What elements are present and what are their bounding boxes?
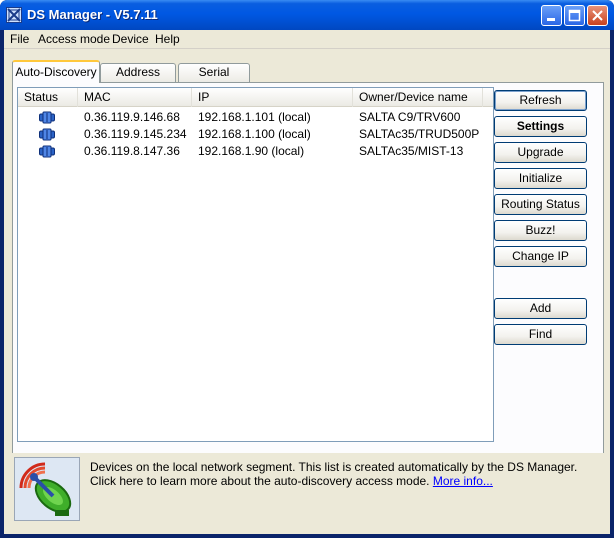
minimize-button[interactable] [541, 5, 562, 26]
table-row[interactable]: 0.36.119.9.145.234 192.168.1.100 (local)… [18, 126, 493, 143]
tab-serial-access[interactable]: Serial Access [178, 63, 250, 96]
tab-address-book[interactable]: Address Book [100, 63, 176, 96]
close-button[interactable] [587, 5, 608, 26]
routing-status-button[interactable]: Routing Status [494, 194, 587, 215]
column-mac[interactable]: MAC [78, 88, 192, 107]
info-panel[interactable]: Devices on the local network segment. Th… [12, 453, 604, 528]
info-line-1: Devices on the local network segment. Th… [90, 460, 578, 474]
list-header: Status MAC IP Owner/Device name [18, 88, 493, 107]
menu-bar: File Access mode Device Help [4, 30, 610, 49]
client-area: File Access mode Device Help Auto-Discov… [4, 30, 610, 534]
refresh-button[interactable]: Refresh [494, 90, 587, 111]
menu-device[interactable]: Device [110, 32, 151, 47]
row-mac: 0.36.119.9.145.234 [84, 127, 187, 141]
tab-auto-discovery[interactable]: Auto-Discovery [12, 60, 100, 83]
device-connected-icon [39, 111, 55, 124]
menu-help[interactable]: Help [153, 32, 182, 47]
app-icon[interactable] [6, 7, 22, 23]
info-line-2-text: Click here to learn more about the auto-… [90, 474, 430, 488]
device-list[interactable]: Status MAC IP Owner/Device name 0.36.119… [17, 87, 494, 442]
more-info-link[interactable]: More info... [433, 474, 493, 488]
row-owner: SALTAc35/MIST-13 [359, 144, 464, 158]
row-owner: SALTA C9/TRV600 [359, 110, 461, 124]
buzz-button[interactable]: Buzz! [494, 220, 587, 241]
info-line-2: Click here to learn more about the auto-… [90, 474, 590, 488]
maximize-icon [568, 9, 581, 22]
satellite-dish-icon [14, 457, 80, 521]
row-mac: 0.36.119.8.147.36 [84, 144, 180, 158]
row-mac: 0.36.119.9.146.68 [84, 110, 180, 124]
row-ip: 192.168.1.90 (local) [198, 144, 305, 158]
maximize-button[interactable] [564, 5, 585, 26]
table-row[interactable]: 0.36.119.9.146.68 192.168.1.101 (local) … [18, 109, 493, 126]
tab-panel: Status MAC IP Owner/Device name 0.36.119… [12, 82, 604, 473]
minimize-icon [547, 18, 555, 21]
column-status[interactable]: Status [18, 88, 78, 107]
title-bar[interactable]: DS Manager - V5.7.11 [0, 0, 614, 30]
settings-button[interactable]: Settings [494, 116, 587, 137]
row-ip: 192.168.1.101 (local) [198, 110, 311, 124]
column-ip[interactable]: IP [192, 88, 353, 107]
info-text: Devices on the local network segment. Th… [90, 460, 590, 488]
row-owner: SALTAc35/TRUD500P [359, 127, 480, 141]
menu-access-mode[interactable]: Access mode [36, 32, 112, 47]
find-button[interactable]: Find [494, 324, 587, 345]
add-button[interactable]: Add [494, 298, 587, 319]
device-connected-icon [39, 145, 55, 158]
close-icon [592, 10, 603, 21]
upgrade-button[interactable]: Upgrade [494, 142, 587, 163]
initialize-button[interactable]: Initialize [494, 168, 587, 189]
app-window: DS Manager - V5.7.11 File Access mode De… [0, 0, 614, 538]
menu-file[interactable]: File [8, 32, 31, 47]
device-connected-icon [39, 128, 55, 141]
window-title: DS Manager - V5.7.11 [27, 7, 158, 22]
change-ip-button[interactable]: Change IP [494, 246, 587, 267]
table-row[interactable]: 0.36.119.8.147.36 192.168.1.90 (local) S… [18, 143, 493, 160]
row-ip: 192.168.1.100 (local) [198, 127, 311, 141]
column-owner[interactable]: Owner/Device name [353, 88, 483, 107]
